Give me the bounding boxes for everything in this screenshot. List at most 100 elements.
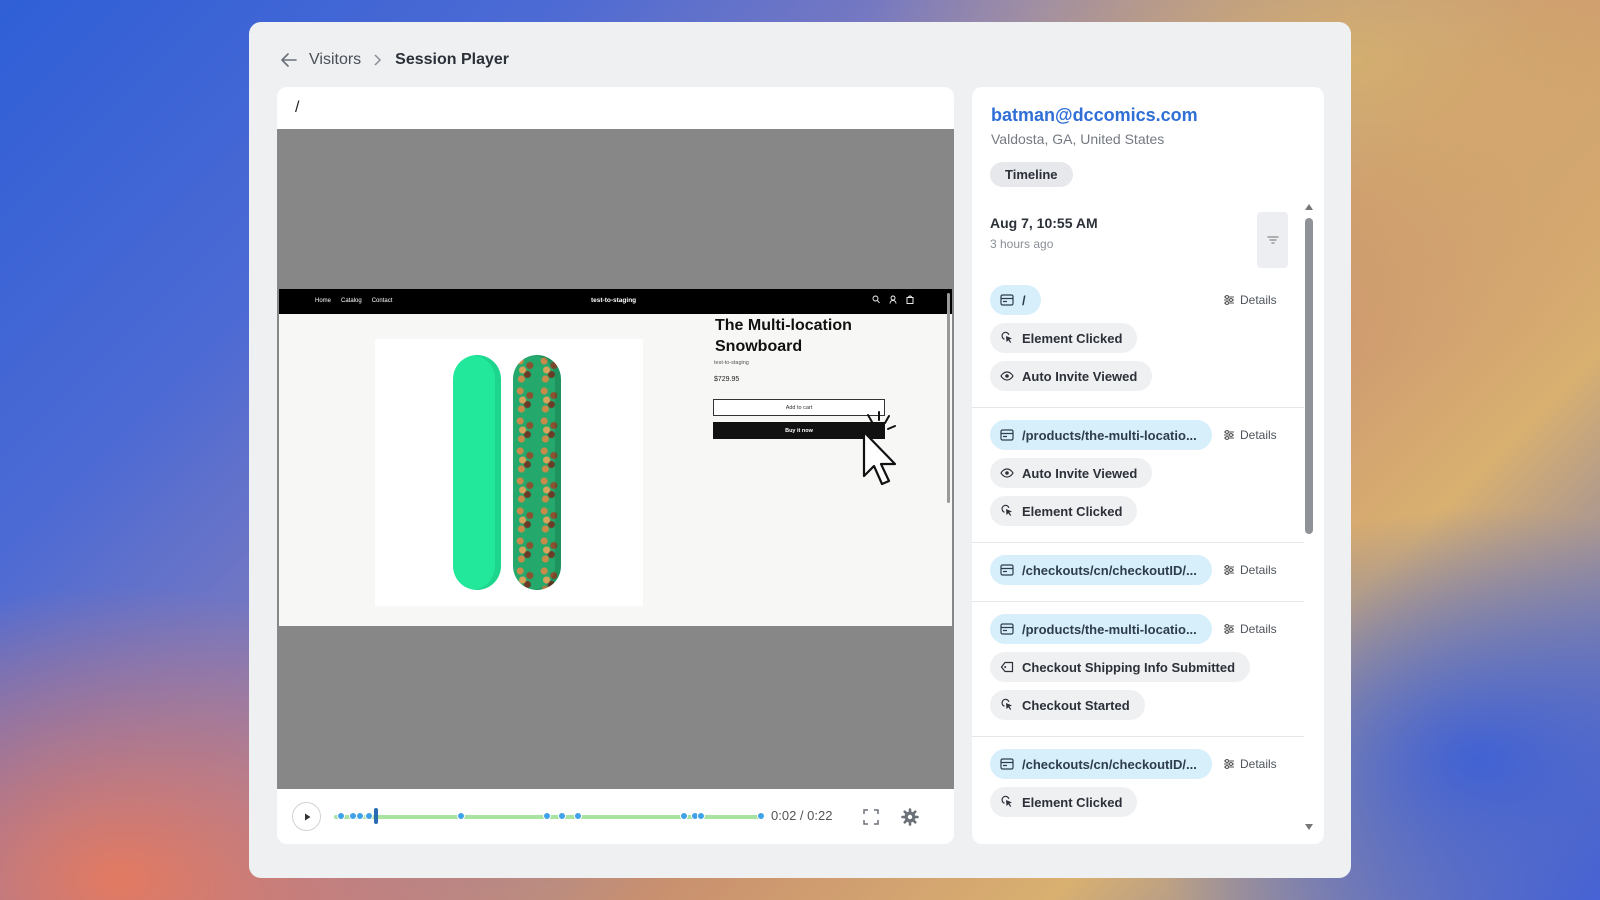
timeline-page-url: /products/the-multi-locatio... bbox=[1022, 427, 1197, 443]
timeline-event-label: Auto Invite Viewed bbox=[1022, 465, 1138, 481]
visitor-location: Valdosta, GA, United States bbox=[991, 131, 1165, 147]
session-relative-time: 3 hours ago bbox=[990, 237, 1054, 251]
details-button[interactable]: Details bbox=[1223, 622, 1277, 636]
scroll-down-arrow-icon[interactable] bbox=[1305, 824, 1313, 830]
timeline-event[interactable]: Element Clicked bbox=[990, 496, 1138, 526]
fullscreen-icon[interactable] bbox=[862, 808, 880, 826]
browser-window-icon bbox=[1000, 429, 1014, 441]
timeline-page-pill[interactable]: /products/the-multi-locatio... bbox=[990, 420, 1212, 450]
timeline-divider bbox=[972, 601, 1304, 602]
event-marker[interactable] bbox=[757, 812, 765, 820]
product-title: The Multi-location Snowboard bbox=[715, 317, 852, 355]
visitor-sidebar: batman@dccomics.com Valdosta, GA, United… bbox=[972, 87, 1324, 844]
visitor-email[interactable]: batman@dccomics.com bbox=[991, 105, 1198, 126]
tab-timeline[interactable]: Timeline bbox=[990, 162, 1073, 187]
scrollbar-thumb[interactable] bbox=[1305, 218, 1313, 534]
timeline-event[interactable]: Element Clicked bbox=[990, 323, 1138, 353]
filter-icon bbox=[1266, 236, 1279, 244]
eye-icon bbox=[1000, 468, 1014, 478]
back-arrow-icon[interactable] bbox=[279, 50, 299, 70]
timeline-divider bbox=[972, 736, 1304, 737]
sliders-icon bbox=[1224, 624, 1234, 634]
breadcrumb-current: Session Player bbox=[395, 51, 510, 68]
session-date: Aug 7, 10:55 AM bbox=[990, 215, 1098, 231]
site-scrollbar bbox=[947, 293, 950, 503]
event-marker[interactable] bbox=[365, 812, 373, 820]
replay-viewport: Home Catalog Contact test-to-staging The… bbox=[277, 129, 954, 789]
event-marker[interactable] bbox=[457, 812, 465, 820]
site-nav-contact: Contact bbox=[371, 298, 393, 304]
app-window: Visitors Session Player / Home Catalog C… bbox=[249, 22, 1351, 878]
event-marker[interactable] bbox=[574, 812, 582, 820]
click-icon bbox=[1001, 504, 1012, 516]
filter-button[interactable] bbox=[1257, 212, 1288, 268]
site-search-icon bbox=[872, 295, 880, 304]
site-brand: test-to-staging bbox=[591, 297, 637, 304]
event-marker[interactable] bbox=[680, 812, 688, 820]
playback-time: 0:02 / 0:22 bbox=[771, 808, 833, 823]
current-url: / bbox=[295, 99, 300, 116]
snowboard-front bbox=[453, 355, 501, 590]
playhead-handle[interactable] bbox=[374, 808, 378, 824]
event-marker[interactable] bbox=[697, 812, 705, 820]
product-image bbox=[375, 339, 643, 606]
replay-mouse-cursor-icon bbox=[861, 411, 897, 486]
timeline-event[interactable]: Checkout Started bbox=[990, 690, 1145, 720]
browser-window-icon bbox=[1000, 294, 1014, 306]
timeline-page-pill[interactable]: / bbox=[990, 285, 1041, 315]
event-marker[interactable] bbox=[543, 812, 551, 820]
timeline-page-url: / bbox=[1022, 292, 1026, 308]
sliders-icon bbox=[1224, 430, 1234, 440]
timeline-event[interactable]: Checkout Shipping Info Submitted bbox=[990, 652, 1251, 682]
tag-icon bbox=[1000, 661, 1014, 673]
breadcrumb-visitors-link[interactable]: Visitors bbox=[309, 51, 361, 69]
timeline-divider bbox=[972, 407, 1304, 408]
details-label: Details bbox=[1240, 622, 1277, 636]
event-marker[interactable] bbox=[356, 812, 364, 820]
site-cart-icon bbox=[906, 295, 914, 304]
timeline-event-label: Checkout Shipping Info Submitted bbox=[1022, 659, 1236, 675]
timeline-event-label: Element Clicked bbox=[1022, 794, 1123, 810]
timeline-page-url: /checkouts/cn/checkoutID/... bbox=[1022, 562, 1197, 578]
browser-window-icon bbox=[1000, 623, 1014, 635]
scroll-up-arrow-icon[interactable] bbox=[1305, 204, 1313, 210]
timeline-event[interactable]: Auto Invite Viewed bbox=[990, 361, 1153, 391]
site-account-icon bbox=[889, 295, 897, 304]
timeline-page-url: /checkouts/cn/checkoutID/... bbox=[1022, 756, 1197, 772]
settings-gear-icon[interactable] bbox=[901, 808, 919, 826]
timeline-event[interactable]: Auto Invite Viewed bbox=[990, 458, 1153, 488]
player-controls: 0:02 / 0:22 bbox=[277, 789, 954, 844]
sliders-icon bbox=[1224, 565, 1234, 575]
timeline-event-label: Element Clicked bbox=[1022, 503, 1123, 519]
click-icon bbox=[1001, 331, 1012, 343]
timeline-event[interactable]: Element Clicked bbox=[990, 787, 1138, 817]
timeline-page-pill[interactable]: /checkouts/cn/checkoutID/... bbox=[990, 749, 1212, 779]
details-button[interactable]: Details bbox=[1223, 293, 1277, 307]
details-button[interactable]: Details bbox=[1223, 563, 1277, 577]
breadcrumb: Visitors Session Player bbox=[279, 48, 509, 72]
timeline-page-url: /products/the-multi-locatio... bbox=[1022, 621, 1197, 637]
event-marker[interactable] bbox=[337, 812, 345, 820]
details-label: Details bbox=[1240, 428, 1277, 442]
play-button[interactable] bbox=[292, 802, 321, 831]
timeline-page-pill[interactable]: /checkouts/cn/checkoutID/... bbox=[990, 555, 1212, 585]
replayed-site: Home Catalog Contact test-to-staging The… bbox=[279, 289, 952, 626]
click-icon bbox=[1001, 698, 1012, 710]
details-button[interactable]: Details bbox=[1223, 757, 1277, 771]
timeline-page-pill[interactable]: /products/the-multi-locatio... bbox=[990, 614, 1212, 644]
details-button[interactable]: Details bbox=[1223, 428, 1277, 442]
product-vendor: test-to-staging bbox=[714, 360, 749, 366]
details-label: Details bbox=[1240, 757, 1277, 771]
event-marker[interactable] bbox=[558, 812, 566, 820]
sliders-icon bbox=[1224, 295, 1234, 305]
browser-window-icon bbox=[1000, 758, 1014, 770]
site-nav-home: Home bbox=[315, 298, 332, 304]
details-label: Details bbox=[1240, 293, 1277, 307]
eye-icon bbox=[1000, 371, 1014, 381]
details-label: Details bbox=[1240, 563, 1277, 577]
timeline-scrollbar[interactable] bbox=[1304, 204, 1314, 834]
timeline-event-label: Element Clicked bbox=[1022, 330, 1123, 346]
session-player: / Home Catalog Contact test-to-staging T… bbox=[277, 87, 954, 844]
chevron-right-icon bbox=[371, 53, 385, 67]
snowboard-back bbox=[513, 355, 561, 590]
